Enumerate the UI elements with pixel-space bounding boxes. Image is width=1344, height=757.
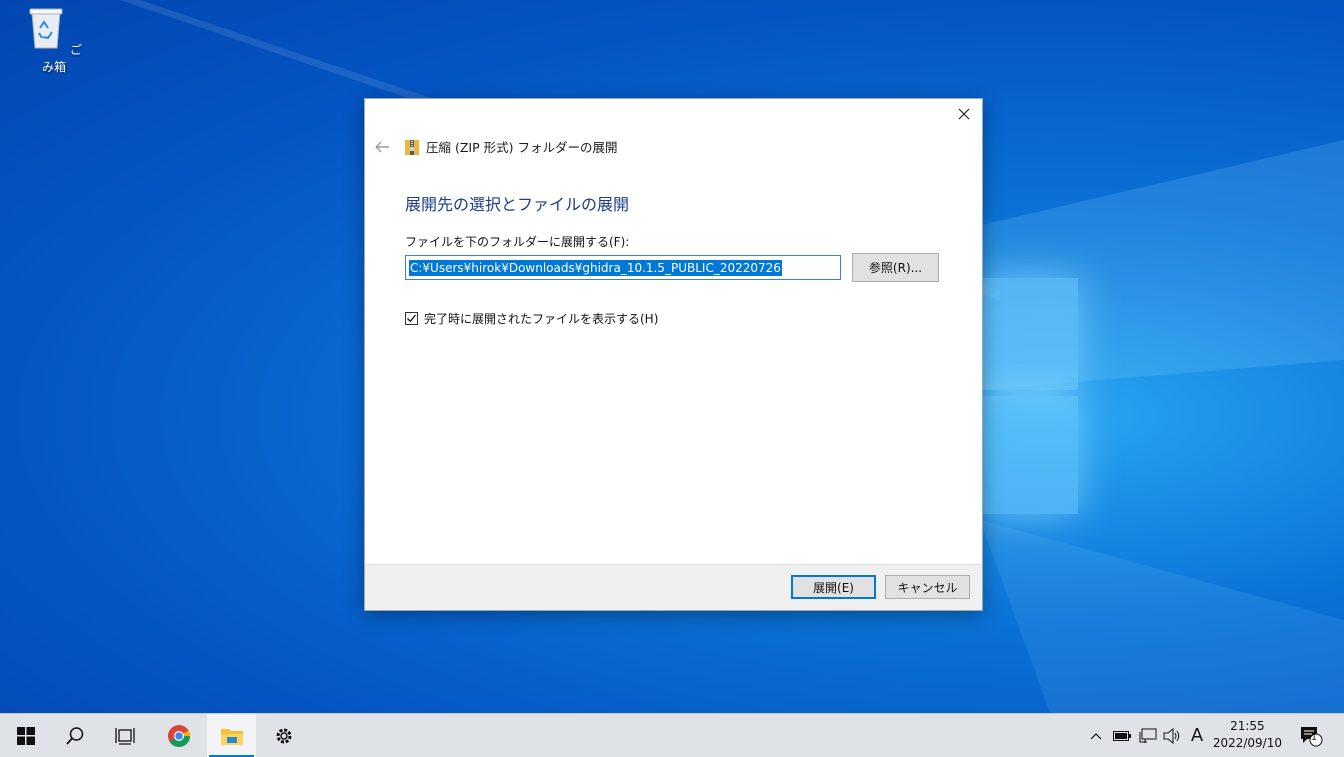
speaker-icon (1163, 727, 1180, 744)
destination-label: ファイルを下のフォルダーに展開する(F): (405, 235, 630, 249)
file-explorer-button[interactable] (207, 714, 256, 757)
extract-button[interactable]: 展開(E) (791, 575, 876, 599)
volume-tray-button[interactable] (1161, 714, 1183, 757)
start-icon (17, 726, 35, 745)
settings-button[interactable] (260, 714, 308, 757)
chrome-button[interactable] (155, 714, 203, 757)
checkmark-icon (407, 314, 417, 323)
ime-indicator[interactable]: A (1185, 714, 1209, 757)
destination-path-value: C:¥Users¥hirok¥Downloads¥ghidra_10.1.5_P… (409, 259, 782, 276)
extract-zip-dialog: 圧縮 (ZIP 形式) フォルダーの展開 展開先の選択とファイルの展開 ファイル… (364, 98, 983, 611)
chevron-up-icon (1090, 732, 1102, 739)
show-files-label: 完了時に展開されたファイルを表示する(H) (424, 312, 659, 326)
start-button[interactable] (2, 714, 50, 757)
task-view-button[interactable] (101, 714, 149, 757)
recycle-bin[interactable]: ごみ箱 (22, 6, 86, 75)
zip-folder-icon (405, 139, 419, 155)
battery-tray-button[interactable] (1111, 714, 1133, 757)
destination-path-input[interactable]: C:¥Users¥hirok¥Downloads¥ghidra_10.1.5_P… (405, 255, 841, 280)
chrome-icon (168, 724, 190, 747)
search-button[interactable] (51, 714, 99, 757)
show-files-option[interactable]: 完了時に展開されたファイルを表示する(H) (405, 310, 658, 327)
search-icon (66, 726, 84, 745)
network-tray-button[interactable] (1136, 714, 1160, 757)
clock-time: 21:55 (1230, 719, 1265, 733)
close-icon (958, 108, 970, 120)
file-explorer-icon (220, 728, 243, 745)
task-view-icon (115, 727, 135, 745)
close-button[interactable] (946, 99, 982, 129)
taskbar: A 21:55 2022/09/10 1 (0, 713, 1344, 757)
page-title: 展開先の選択とファイルの展開 (405, 195, 630, 214)
settings-icon (276, 728, 292, 743)
clock[interactable]: 21:55 2022/09/10 (1213, 718, 1282, 752)
recycle-bin-icon (29, 8, 63, 49)
wizard-title: 圧縮 (ZIP 形式) フォルダーの展開 (426, 140, 618, 155)
show-files-checkbox[interactable] (405, 312, 418, 325)
dialog-footer: 展開(E) キャンセル (365, 564, 982, 610)
back-arrow-icon[interactable] (373, 139, 393, 155)
clock-date: 2022/09/10 (1212, 736, 1282, 750)
windows-logo-wallpaper (980, 268, 1080, 518)
cancel-button[interactable]: キャンセル (885, 575, 970, 599)
network-icon (1139, 728, 1157, 743)
browse-button[interactable]: 参照(R)... (852, 253, 939, 282)
battery-icon (1113, 730, 1131, 741)
wizard-header: 圧縮 (ZIP 形式) フォルダーの展開 (405, 137, 617, 156)
show-hidden-icons-button[interactable] (1086, 714, 1106, 757)
notification-count: 1 (1311, 733, 1317, 743)
action-center-button[interactable]: 1 (1296, 714, 1326, 757)
